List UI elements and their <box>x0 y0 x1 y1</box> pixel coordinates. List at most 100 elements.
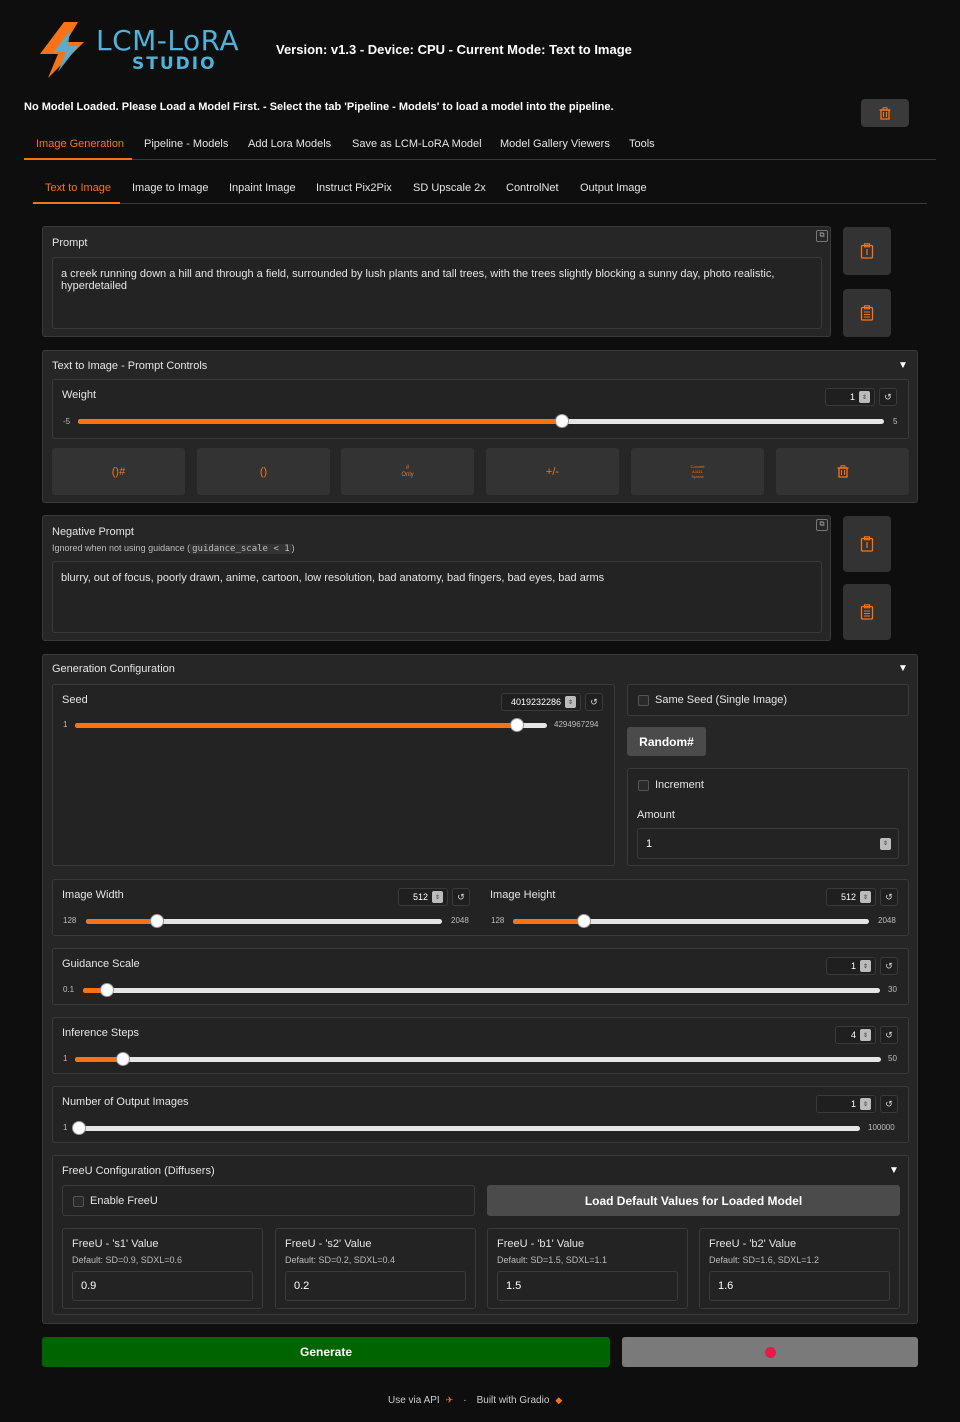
spinner-icon[interactable]: ⇕ <box>860 891 871 903</box>
freeu-b1-input[interactable]: 1.5 <box>497 1271 678 1301</box>
spinner-icon[interactable]: ⇕ <box>860 960 871 972</box>
slider-knob[interactable] <box>72 1121 86 1135</box>
tab-model-gallery[interactable]: Model Gallery Viewers <box>500 138 610 150</box>
freeu-s1-input[interactable]: 0.9 <box>72 1271 253 1301</box>
logo-title: LCM-LoRA <box>96 24 240 57</box>
tab-tools[interactable]: Tools <box>629 138 655 150</box>
wrap-parens-button[interactable]: () <box>197 448 330 495</box>
same-seed-checkbox[interactable] <box>638 695 649 706</box>
width-reset-button[interactable]: ↺ <box>452 888 470 906</box>
prompt-input[interactable]: a creek running down a hill and through … <box>52 257 822 329</box>
steps-slider[interactable] <box>75 1052 881 1066</box>
spinner-icon[interactable]: ⇕ <box>880 837 891 850</box>
random-seed-button[interactable]: Random# <box>627 727 706 756</box>
slider-knob[interactable] <box>99 983 114 997</box>
width-number-input[interactable]: 512 ⇕ <box>398 888 448 906</box>
increment-checkbox[interactable] <box>638 780 649 791</box>
copy-icon[interactable]: ⧉ <box>816 230 828 242</box>
collapse-arrow-icon[interactable]: ▼ <box>889 1165 899 1176</box>
outputs-slider[interactable] <box>72 1121 860 1135</box>
subtab-controlnet[interactable]: ControlNet <box>506 182 559 194</box>
clear-prompt-button[interactable] <box>776 448 909 495</box>
weight-number-input[interactable]: 1 ⇕ <box>825 388 875 406</box>
hash-only-button[interactable]: # Only <box>341 448 474 495</box>
wrap-hash-button[interactable]: ()# <box>52 448 185 495</box>
subtab-sd-upscale[interactable]: SD Upscale 2x <box>413 182 486 194</box>
copy-icon[interactable]: ⧉ <box>816 519 828 531</box>
collapse-arrow-icon[interactable]: ▼ <box>898 663 908 674</box>
spinner-icon[interactable]: ⇕ <box>565 696 576 708</box>
subtab-image-to-image[interactable]: Image to Image <box>132 182 208 194</box>
seed-value: 4019232286 <box>510 697 561 707</box>
weight-min: -5 <box>63 417 71 426</box>
amount-input[interactable]: 1 ⇕ <box>637 828 899 859</box>
stop-button[interactable] <box>622 1337 918 1367</box>
seed-slider[interactable] <box>75 718 547 732</box>
height-reset-button[interactable]: ↺ <box>880 888 898 906</box>
sub-tab-bar: Text to Image Image to Image Inpaint Ima… <box>33 182 927 204</box>
unload-model-button[interactable] <box>861 99 909 127</box>
steps-number-input[interactable]: 4 ⇕ <box>835 1026 876 1044</box>
generate-button[interactable]: Generate <box>42 1337 610 1367</box>
slider-fill <box>86 919 158 924</box>
subtab-text-to-image[interactable]: Text to Image <box>45 182 111 194</box>
plus-minus-button[interactable]: +/- <box>486 448 619 495</box>
freeu-b2-input[interactable]: 1.6 <box>709 1271 890 1301</box>
seed-min: 1 <box>63 720 68 729</box>
clipboard-list-button[interactable] <box>843 584 891 640</box>
weight-slider-block: Weight 1 ⇕ ↺ -5 5 <box>52 379 909 439</box>
slider-knob[interactable] <box>150 914 165 928</box>
slider-knob[interactable] <box>554 414 569 428</box>
steps-max: 50 <box>888 1054 897 1063</box>
paste-negative-button[interactable] <box>843 516 891 572</box>
outputs-block: Number of Output Images 1 ⇕ ↺ 1 100000 <box>52 1086 909 1143</box>
slider-knob[interactable] <box>577 914 592 928</box>
subtab-output-image[interactable]: Output Image <box>580 182 647 194</box>
seed-number-input[interactable]: 4019232286 ⇕ <box>501 693 581 711</box>
convert-a1111-button[interactable]: Convert A1111 Syntax <box>631 448 764 495</box>
width-slider[interactable] <box>86 914 442 928</box>
spinner-icon[interactable]: ⇕ <box>432 891 443 903</box>
guidance-min: 0.1 <box>63 985 75 994</box>
tab-add-lora-models[interactable]: Add Lora Models <box>248 138 331 150</box>
freeu-s2-label: FreeU - 's2' Value <box>285 1238 372 1250</box>
guidance-reset-button[interactable]: ↺ <box>880 957 898 975</box>
slider-knob[interactable] <box>509 718 524 732</box>
built-with-gradio-link[interactable]: Built with Gradio <box>477 1395 550 1406</box>
stop-dot-icon <box>764 1346 776 1358</box>
spinner-icon[interactable]: ⇕ <box>860 1098 871 1110</box>
outputs-reset-button[interactable]: ↺ <box>880 1095 898 1113</box>
subtab-instruct-pix2pix[interactable]: Instruct Pix2Pix <box>316 182 392 194</box>
freeu-s1-block: FreeU - 's1' Value Default: SD=0.9, SDXL… <box>62 1228 263 1309</box>
clipboard-list-button[interactable] <box>843 289 891 337</box>
freeu-s2-input[interactable]: 0.2 <box>285 1271 466 1301</box>
weight-slider[interactable] <box>78 414 884 428</box>
height-number-input[interactable]: 512 ⇕ <box>826 888 876 906</box>
spinner-icon[interactable]: ⇕ <box>859 391 870 403</box>
slider-knob[interactable] <box>116 1052 131 1066</box>
generation-config-panel: Generation Configuration ▼ Seed 40192322… <box>42 654 918 1324</box>
guidance-slider[interactable] <box>83 983 880 997</box>
tab-pipeline-models[interactable]: Pipeline - Models <box>144 138 228 150</box>
negative-prompt-input[interactable]: blurry, out of focus, poorly drawn, anim… <box>52 561 822 633</box>
guidance-number-input[interactable]: 1 ⇕ <box>826 957 876 975</box>
spinner-icon[interactable]: ⇕ <box>860 1029 871 1041</box>
tab-image-generation[interactable]: Image Generation <box>36 138 124 150</box>
seed-reset-button[interactable]: ↺ <box>585 693 603 711</box>
prompt-label: Prompt <box>52 237 88 249</box>
collapse-arrow-icon[interactable]: ▼ <box>898 360 908 371</box>
subtab-inpaint-image[interactable]: Inpaint Image <box>229 182 296 194</box>
enable-freeu-checkbox[interactable] <box>73 1196 84 1207</box>
weight-reset-button[interactable]: ↺ <box>879 388 897 406</box>
freeu-b2-default: Default: SD=1.6, SDXL=1.2 <box>709 1255 820 1265</box>
steps-reset-button[interactable]: ↺ <box>880 1026 898 1044</box>
width-max: 2048 <box>451 916 469 925</box>
use-api-link[interactable]: Use via API <box>388 1395 440 1406</box>
height-slider[interactable] <box>513 914 869 928</box>
outputs-number-input[interactable]: 1 ⇕ <box>816 1095 876 1113</box>
tab-save-lcm-lora[interactable]: Save as LCM-LoRA Model <box>352 138 482 150</box>
size-block: Image Width 512 ⇕ ↺ 128 2048 Image Height… <box>52 879 909 936</box>
paste-prompt-button[interactable] <box>843 227 891 275</box>
model-warning: No Model Loaded. Please Load a Model Fir… <box>24 101 614 113</box>
load-default-freeu-button[interactable]: Load Default Values for Loaded Model <box>487 1185 900 1216</box>
